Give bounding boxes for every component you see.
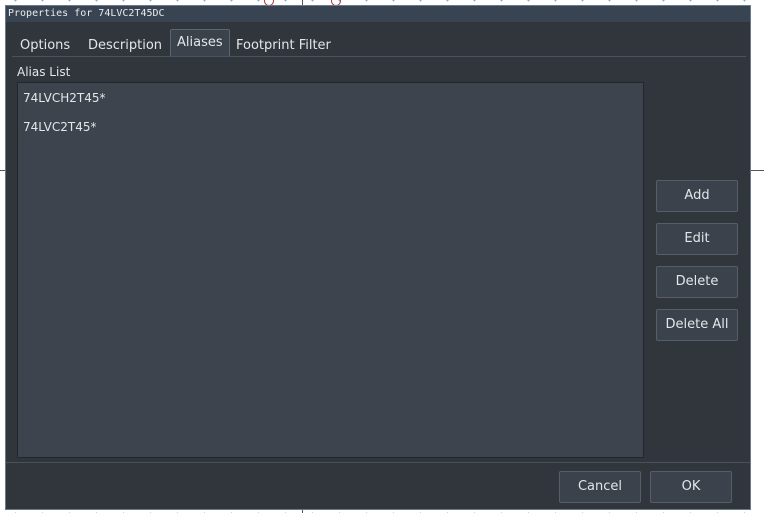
ok-button[interactable]: OK [650, 471, 732, 503]
tab-aliases[interactable]: Aliases [170, 29, 230, 57]
add-button[interactable]: Add [656, 180, 738, 212]
delete-button[interactable]: Delete [656, 266, 738, 298]
dialog-title[interactable]: Properties for 74LVC2T45DC [6, 6, 750, 22]
alias-list-label: Alias List [17, 65, 71, 79]
cancel-button[interactable]: Cancel [559, 471, 641, 503]
properties-dialog: Properties for 74LVC2T45DC Options Descr… [5, 5, 751, 510]
delete-all-button[interactable]: Delete All [656, 309, 738, 341]
aliases-panel: Alias List 74LVCH2T45* 74LVC2T45* Add Ed… [12, 56, 746, 463]
footer-divider [6, 462, 750, 463]
list-item[interactable]: 74LVCH2T45* [18, 84, 643, 113]
list-item[interactable]: 74LVC2T45* [18, 113, 643, 142]
edit-button[interactable]: Edit [656, 223, 738, 255]
alias-list[interactable]: 74LVCH2T45* 74LVC2T45* [17, 82, 644, 458]
